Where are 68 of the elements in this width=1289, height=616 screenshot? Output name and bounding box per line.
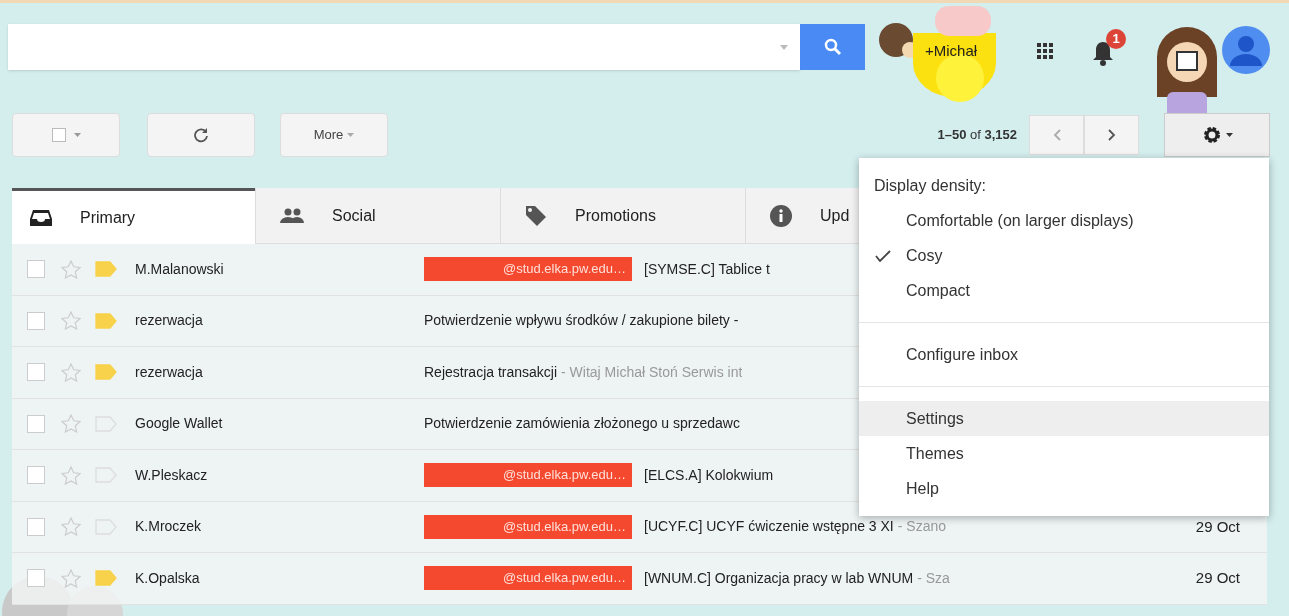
checkbox[interactable] xyxy=(51,128,66,142)
caret-icon xyxy=(780,44,788,50)
sender: rezerwacja xyxy=(135,311,204,331)
caret-icon xyxy=(1225,133,1233,137)
refresh-button[interactable] xyxy=(147,113,255,157)
subject: [ELCS.A] Kolokwium xyxy=(644,465,774,485)
settings-icon xyxy=(1201,125,1222,145)
next-page-button[interactable] xyxy=(1084,115,1139,155)
refresh-icon xyxy=(193,127,209,143)
menu-item[interactable]: Comfortable (on larger displays) xyxy=(859,203,1269,238)
checkbox[interactable] xyxy=(27,260,45,279)
inbox-icon xyxy=(30,208,52,227)
sender: W.Pleskacz xyxy=(135,465,209,485)
checkbox[interactable] xyxy=(27,414,45,433)
checkbox[interactable] xyxy=(27,363,45,382)
bell-icon[interactable] xyxy=(1092,40,1114,66)
info-icon xyxy=(770,205,792,227)
people-icon xyxy=(280,208,304,224)
tag-icon xyxy=(525,205,547,227)
snippet: - Witaj Michał Stoń Serwis int xyxy=(561,362,743,382)
previous-page-button[interactable] xyxy=(1029,115,1084,155)
star-icon[interactable] xyxy=(61,414,81,434)
chevron-right-icon xyxy=(1107,129,1116,141)
select-button[interactable] xyxy=(12,113,120,157)
star-icon[interactable] xyxy=(61,465,81,485)
star-icon[interactable] xyxy=(61,311,81,331)
subject: Rejestracja transakcji xyxy=(424,362,558,382)
subject: Potwierdzenie zamówienia złożonego u sprzedawc xyxy=(424,414,740,434)
sender: K.Opalska xyxy=(135,568,201,588)
caret-icon xyxy=(347,133,355,137)
settings-button[interactable] xyxy=(1164,113,1270,157)
subject: [UCYF.C] UCYF ćwiczenie wstępne 3 XI xyxy=(644,517,894,537)
menu-item[interactable]: Settings xyxy=(859,401,1269,436)
star-icon[interactable] xyxy=(61,259,81,279)
menu-heading: Display density: xyxy=(873,176,988,196)
email-row[interactable]: K.Opalska @stud.elka.pw.edu… [WNUM.C] Organizacja pracy w lab WNUM - Sza 29 Oct xyxy=(12,553,1267,605)
subject: [SYMSE.C] Tablice t xyxy=(644,259,770,279)
importance-marker-icon[interactable] xyxy=(95,364,117,381)
notification-badge: 1 xyxy=(1106,29,1126,49)
subject: Potwierdzenie wpływu środków / zakupione bilety - xyxy=(424,311,739,331)
page-range: 1–50 of 3,152 xyxy=(937,126,1017,145)
sender: rezerwacja xyxy=(135,362,204,382)
search-field[interactable] xyxy=(8,24,800,70)
star-icon[interactable] xyxy=(61,362,81,382)
search-button[interactable] xyxy=(800,24,865,70)
sender: K.Mroczek xyxy=(135,517,203,537)
snippet: - Sza xyxy=(917,568,950,588)
caret-icon xyxy=(73,133,81,137)
date: 29 Oct xyxy=(1195,516,1240,537)
date: 29 Oct xyxy=(1195,568,1240,588)
apps-icon[interactable] xyxy=(1037,43,1053,59)
importance-marker-icon[interactable] xyxy=(95,312,117,329)
star-icon[interactable] xyxy=(61,517,81,537)
checkbox[interactable] xyxy=(27,517,45,536)
subject: [WNUM.C] Organizacja pracy w lab WNUM xyxy=(644,568,914,588)
star-icon[interactable] xyxy=(61,568,81,588)
chevron-left-icon xyxy=(1052,129,1061,141)
checkbox[interactable] xyxy=(27,569,45,588)
more-button[interactable]: More xyxy=(280,113,388,157)
importance-marker-icon[interactable] xyxy=(95,261,117,278)
sender: Google Wallet xyxy=(135,414,224,434)
checkbox[interactable] xyxy=(27,311,45,330)
snippet: - Szano xyxy=(897,517,946,537)
sender: M.Malanowski xyxy=(135,259,225,279)
category-tab[interactable]: Primary xyxy=(12,188,255,244)
checkbox[interactable] xyxy=(27,466,45,485)
search-icon xyxy=(823,38,842,56)
avatar-icon[interactable] xyxy=(1222,26,1270,74)
